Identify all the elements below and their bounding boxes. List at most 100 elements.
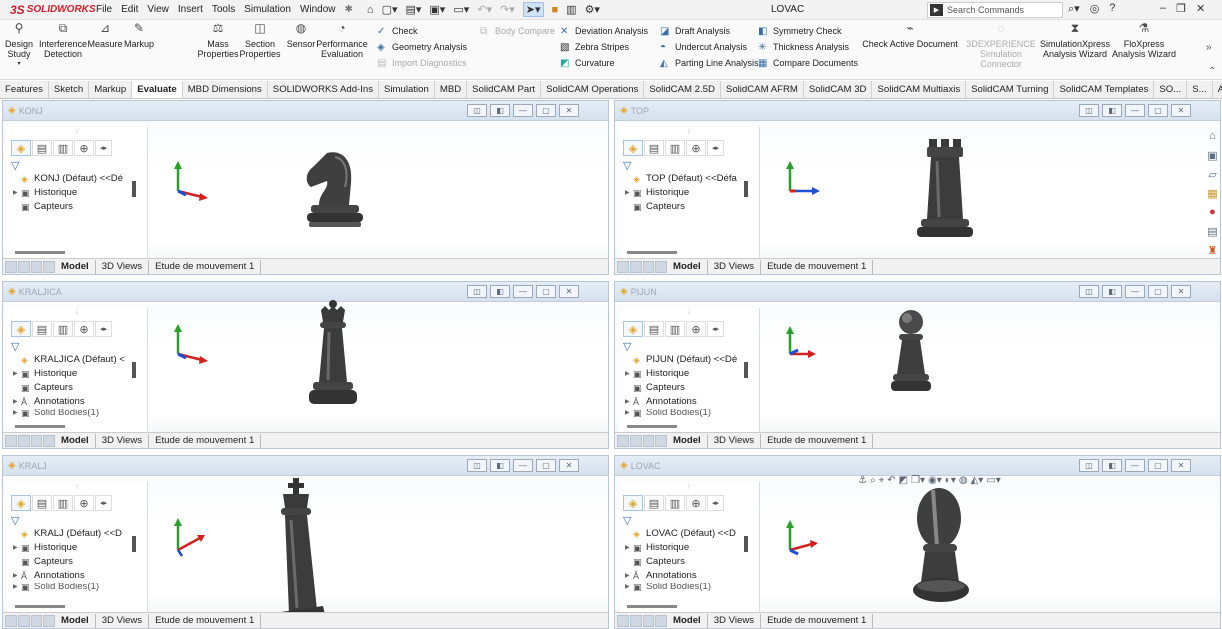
dimxpert-icon[interactable]: ⊕: [686, 321, 706, 337]
options-gear-icon[interactable]: ⚙▾: [585, 3, 600, 16]
tree-scrollbar[interactable]: [744, 536, 748, 552]
feature-tree-icon[interactable]: ◈: [623, 321, 643, 337]
viewport-kraljica[interactable]: ◈ KRALJICA ◫ ◧ — ▢ ✕ ⁝ ◈ ▤ ▥ ⊕ ◂▸ ▽ ◈ KRAL…: [2, 281, 609, 449]
tab-motion-study[interactable]: Etude de mouvement 1: [149, 433, 262, 448]
panel-grip-icon[interactable]: ⁝: [619, 482, 759, 494]
print-icon[interactable]: ▭▾: [453, 3, 469, 16]
tab-simulation[interactable]: Simulation: [379, 81, 435, 98]
configuration-manager-icon[interactable]: ▥: [665, 140, 685, 156]
tab-solidcam-3d[interactable]: SolidCAM 3D: [804, 81, 873, 98]
check-button[interactable]: ✓ Check: [377, 25, 418, 37]
filter-icon[interactable]: ▽: [623, 340, 759, 353]
tab-sketch[interactable]: Sketch: [49, 81, 90, 98]
expand-icon[interactable]: ▶: [623, 395, 633, 409]
tree-scrollbar[interactable]: [132, 536, 136, 552]
configuration-manager-icon[interactable]: ▥: [665, 495, 685, 511]
tree-item-capteurs[interactable]: ▣ Capteurs: [623, 200, 759, 214]
tile-vertical-icon[interactable]: ◧: [1102, 285, 1122, 298]
tree-item-annotations[interactable]: ▶ Ā Annotations: [11, 395, 147, 409]
tab-motion-study[interactable]: Etude de mouvement 1: [761, 259, 874, 274]
tab-3d-views[interactable]: 3D Views: [708, 613, 762, 628]
tile-horizontal-icon[interactable]: ◫: [1079, 459, 1099, 472]
tab-3d-views[interactable]: 3D Views: [96, 433, 150, 448]
panel-grip-icon[interactable]: ⁝: [619, 127, 759, 139]
close-icon[interactable]: ✕: [559, 459, 579, 472]
minimize-icon[interactable]: —: [1125, 459, 1145, 472]
panel-grip-icon[interactable]: ⁝: [7, 127, 147, 139]
zoom-to-fit-icon[interactable]: ⌕: [870, 475, 876, 486]
markup-button[interactable]: ✎ Markup: [123, 22, 155, 49]
tree-item-annotations[interactable]: ▶ Ā Annotations: [623, 395, 759, 409]
tab-navigation-arrows[interactable]: [5, 434, 55, 447]
tab-model[interactable]: Model: [667, 259, 708, 274]
tab-solidcam-part[interactable]: SolidCAM Part: [467, 81, 542, 98]
tab-mbd-dimensions[interactable]: MBD Dimensions: [183, 81, 268, 98]
dimxpert-icon[interactable]: ⊕: [686, 140, 706, 156]
tile-horizontal-icon[interactable]: ◫: [1079, 104, 1099, 117]
display-style-icon[interactable]: ◉▾: [928, 475, 942, 486]
previous-view-icon[interactable]: ↶: [887, 475, 895, 486]
feature-tree-icon[interactable]: ◈: [623, 495, 643, 511]
minimize-icon[interactable]: –: [1160, 2, 1166, 15]
expand-icon[interactable]: ▶: [11, 569, 21, 583]
tree-item-historique[interactable]: ▶ ▣ Historique: [11, 541, 147, 555]
zoom-area-icon[interactable]: ⌖: [879, 475, 885, 486]
restore-icon[interactable]: ❐: [1176, 2, 1186, 15]
tab-scroll-icon[interactable]: ◂▸: [707, 495, 724, 511]
minimize-icon[interactable]: —: [513, 104, 533, 117]
tab-solidcam-turning[interactable]: SolidCAM Turning: [966, 81, 1055, 98]
home-icon[interactable]: ⌂: [1209, 130, 1216, 145]
tile-horizontal-icon[interactable]: ◫: [467, 459, 487, 472]
tree-horizontal-scrollbar[interactable]: [15, 425, 65, 428]
close-icon[interactable]: ✕: [1171, 104, 1191, 117]
tab-model[interactable]: Model: [55, 433, 96, 448]
tab-motion-study[interactable]: Etude de mouvement 1: [761, 613, 874, 628]
tree-horizontal-scrollbar[interactable]: [627, 425, 677, 428]
property-manager-icon[interactable]: ▤: [644, 140, 664, 156]
tab-solidcam-25d[interactable]: SolidCAM 2.5D: [644, 81, 721, 98]
expand-icon[interactable]: ▶: [11, 541, 21, 555]
tab-solidcam-templates[interactable]: SolidCAM Templates: [1054, 81, 1155, 98]
tree-root[interactable]: ◈ TOP (Défaut) <<Défa: [623, 172, 759, 186]
draft-analysis-button[interactable]: ◪ Draft Analysis: [660, 25, 730, 37]
tab-solidworks-addins[interactable]: SOLIDWORKS Add-Ins: [268, 81, 380, 98]
feature-tree-icon[interactable]: ◈: [11, 140, 31, 156]
check-active-document-button[interactable]: ⌁ Check Active Document: [862, 22, 958, 49]
tree-horizontal-scrollbar[interactable]: [627, 605, 677, 608]
edit-appearance-icon[interactable]: ◍: [959, 475, 968, 486]
chess-piece-king[interactable]: [267, 478, 331, 629]
property-manager-icon[interactable]: ▤: [32, 321, 52, 337]
panel-grip-icon[interactable]: ⁝: [619, 308, 759, 320]
expand-icon[interactable]: ▶: [11, 395, 21, 409]
maximize-icon[interactable]: ▢: [536, 285, 556, 298]
close-icon[interactable]: ✕: [559, 285, 579, 298]
view-orientation-icon[interactable]: ❒▾: [911, 475, 925, 486]
filter-icon[interactable]: ▽: [11, 340, 147, 353]
expand-icon[interactable]: ▶: [11, 367, 21, 381]
tab-3d-views[interactable]: 3D Views: [708, 433, 762, 448]
tab-so[interactable]: SO...: [1154, 81, 1188, 98]
compare-documents-button[interactable]: ▦ Compare Documents: [758, 57, 858, 69]
tile-horizontal-icon[interactable]: ◫: [467, 104, 487, 117]
menu-view[interactable]: View: [147, 4, 169, 15]
tab-3d-views[interactable]: 3D Views: [96, 613, 150, 628]
dimxpert-icon[interactable]: ⊕: [74, 495, 94, 511]
minimize-icon[interactable]: —: [1125, 104, 1145, 117]
tree-scrollbar[interactable]: [744, 362, 748, 378]
tab-mbd[interactable]: MBD: [435, 81, 468, 98]
tab-navigation-arrows[interactable]: [5, 614, 55, 627]
configuration-manager-icon[interactable]: ▥: [53, 321, 73, 337]
tab-3d-views[interactable]: 3D Views: [96, 259, 150, 274]
tree-item-historique[interactable]: ▶ ▣ Historique: [623, 541, 759, 555]
viewport-kralj[interactable]: ◈ KRALJ ◫ ◧ — ▢ ✕ ⁝ ◈ ▤ ▥ ⊕ ◂▸ ▽ ◈ KRALJ (…: [2, 455, 609, 629]
parting-line-analysis-button[interactable]: ◭ Parting Line Analysis: [660, 57, 759, 69]
tree-scrollbar[interactable]: [132, 181, 136, 197]
tree-item-capteurs[interactable]: ▣ Capteurs: [11, 381, 147, 395]
apply-scene-icon[interactable]: ◭▾: [971, 475, 984, 486]
tab-motion-study[interactable]: Etude de mouvement 1: [149, 259, 262, 274]
undercut-analysis-button[interactable]: ◓ Undercut Analysis: [660, 41, 747, 53]
tree-root[interactable]: ◈ KRALJ (Défaut) <<D: [11, 527, 147, 541]
tab-3d-views[interactable]: 3D Views: [708, 259, 762, 274]
configuration-manager-icon[interactable]: ▥: [53, 140, 73, 156]
expand-icon[interactable]: ▶: [11, 409, 21, 417]
